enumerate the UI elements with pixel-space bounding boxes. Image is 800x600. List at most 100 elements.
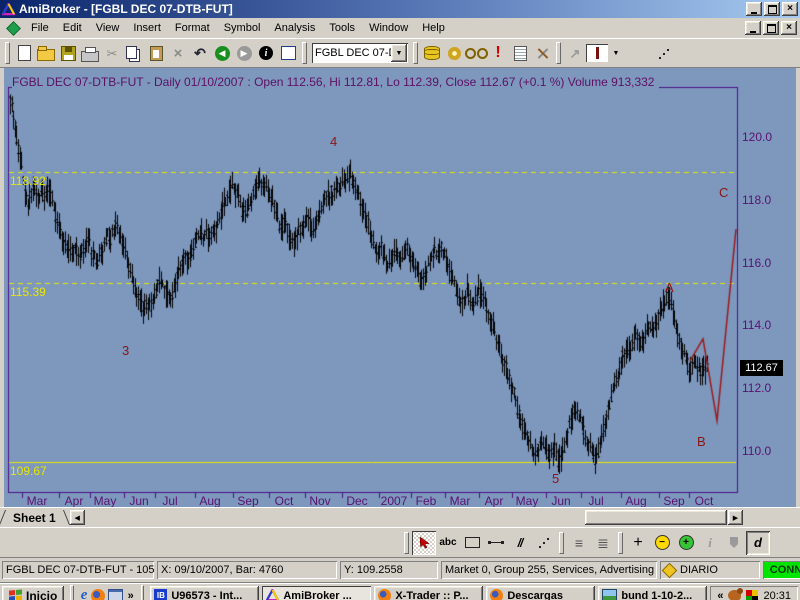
new-button[interactable] (13, 42, 35, 64)
text-tool-button[interactable]: abc (436, 531, 460, 555)
horizontal-lines-icon: ≣ (597, 536, 609, 550)
toolbar-grip[interactable] (413, 42, 418, 64)
menu-insert[interactable]: Insert (126, 20, 168, 36)
amibroker-logo-icon (2, 3, 15, 16)
info-button[interactable]: i (255, 42, 277, 64)
last-price-badge: 112.67 (740, 360, 783, 376)
restore-button[interactable] (764, 2, 780, 16)
study-button[interactable]: i (698, 531, 722, 555)
line-style-dropdown[interactable]: ▼ (608, 45, 624, 61)
copy-button[interactable] (123, 42, 145, 64)
x-axis-label: May (88, 494, 122, 507)
save-button[interactable] (57, 42, 79, 64)
status-y-panel: Y: 109.2558 (340, 561, 438, 579)
firefox-icon (490, 589, 503, 600)
tab-scroll-left-button[interactable]: ◀ (70, 510, 85, 525)
mdi-minimize-button[interactable] (745, 21, 761, 35)
taskbar-grip[interactable] (141, 585, 144, 600)
dotted-style-button[interactable] (653, 42, 675, 64)
start-button[interactable]: Inicio (2, 586, 64, 600)
symbol-combo-dropdown[interactable]: ▼ (391, 44, 407, 62)
task-descargas[interactable]: Descargas (486, 586, 595, 600)
toolbar-grip[interactable] (302, 42, 307, 64)
task-u96573[interactable]: IBU96573 - Int... (150, 586, 259, 600)
hlines-tool-button[interactable]: ≡ (567, 531, 591, 555)
open-button[interactable] (35, 42, 57, 64)
toolbar-grip[interactable] (559, 532, 564, 554)
hlines2-tool-button[interactable]: ≣ (591, 531, 615, 555)
mdi-close-button[interactable]: × (781, 21, 797, 35)
x-axis-label: Sep (657, 494, 691, 507)
view-button[interactable] (465, 42, 487, 64)
task-amibroker[interactable]: AmiBroker ... (262, 586, 371, 600)
menu-file[interactable]: File (24, 20, 56, 36)
rectangle-tool-button[interactable] (460, 531, 484, 555)
x-axis-label: Nov (303, 494, 337, 507)
zoom-in-button[interactable]: + (674, 531, 698, 555)
tools-button[interactable] (531, 42, 553, 64)
print-button[interactable] (79, 42, 101, 64)
daily-interval-button[interactable]: d (746, 531, 770, 555)
tray-collapse-button[interactable]: « (717, 590, 723, 600)
toolbar-grip[interactable] (556, 42, 561, 64)
scroll-right-button[interactable]: ▶ (728, 510, 743, 525)
undo-button[interactable]: ↶ (189, 42, 211, 64)
horizontal-scrollbar-thumb[interactable] (585, 510, 727, 525)
select-tool-button[interactable] (412, 531, 436, 555)
tray-dog-icon[interactable] (728, 590, 741, 600)
mdi-restore-button[interactable] (763, 21, 779, 35)
crosshair-button[interactable]: + (626, 531, 650, 555)
cursor-arrow-icon (418, 536, 431, 549)
paint-button[interactable] (722, 531, 746, 555)
quicklaunch-ie-button[interactable]: e (80, 587, 89, 600)
task-bund-image[interactable]: bund 1-10-2... (598, 586, 707, 600)
symbol-combo[interactable]: FGBL DEC 07-DTB-FUT ▼ (312, 43, 408, 63)
parallel-lines-tool-button[interactable]: // (508, 531, 532, 555)
forward-button[interactable]: ▶ (233, 42, 255, 64)
minimize-button[interactable] (746, 2, 762, 16)
line-style-picker[interactable] (586, 44, 608, 62)
menu-analysis[interactable]: Analysis (267, 20, 322, 36)
menu-edit[interactable]: Edit (56, 20, 89, 36)
taskbar-grip[interactable] (70, 585, 73, 600)
document-icon[interactable] (6, 21, 21, 36)
price-chart-canvas[interactable] (4, 68, 796, 507)
y-axis-label: 116.0 (742, 256, 771, 270)
quicklaunch-desktop-button[interactable] (108, 587, 123, 600)
wizard-button[interactable] (443, 42, 465, 64)
tab-sheet1[interactable]: Sheet 1 (2, 509, 67, 526)
paste-button[interactable] (145, 42, 167, 64)
trendline-button[interactable]: ↗ (564, 42, 586, 64)
notes-button[interactable] (509, 42, 531, 64)
zoom-out-button[interactable]: − (650, 531, 674, 555)
dotted-segment-tool-button[interactable] (532, 531, 556, 555)
database-button[interactable] (421, 42, 443, 64)
menu-window[interactable]: Window (362, 20, 415, 36)
gear-icon (448, 47, 461, 60)
firefox-icon (91, 589, 105, 600)
hammer-wrench-icon (535, 46, 550, 61)
delete-button[interactable]: × (167, 42, 189, 64)
cut-button[interactable]: ✂ (101, 42, 123, 64)
menu-format[interactable]: Format (168, 20, 217, 36)
segment-tool-button[interactable] (484, 531, 508, 555)
chart-pane[interactable]: FGBL DEC 07-DTB-FUT - Daily 01/10/2007 :… (4, 68, 796, 507)
back-button[interactable]: ◀ (211, 42, 233, 64)
toolbar-grip[interactable] (404, 532, 409, 554)
menu-symbol[interactable]: Symbol (217, 20, 268, 36)
menu-tools[interactable]: Tools (322, 20, 362, 36)
task-xtrader[interactable]: X-Trader :: P... (374, 586, 483, 600)
toolbar-grip[interactable] (5, 42, 10, 64)
menu-view[interactable]: View (89, 20, 127, 36)
quote-editor-button[interactable] (277, 42, 299, 64)
close-button[interactable]: × (782, 2, 798, 16)
quicklaunch-overflow-button[interactable]: » (126, 587, 135, 600)
status-interval-panel[interactable]: DIARIO (660, 561, 760, 579)
drawing-toolbar: abc // ≡ ≣ + − + i d (0, 527, 800, 558)
glasses-icon (465, 48, 488, 59)
alerts-button[interactable]: ! (487, 42, 509, 64)
toolbar-grip[interactable] (618, 532, 623, 554)
menu-help[interactable]: Help (415, 20, 452, 36)
tray-status-icon[interactable] (746, 590, 758, 600)
quicklaunch-firefox-button[interactable] (91, 587, 105, 600)
